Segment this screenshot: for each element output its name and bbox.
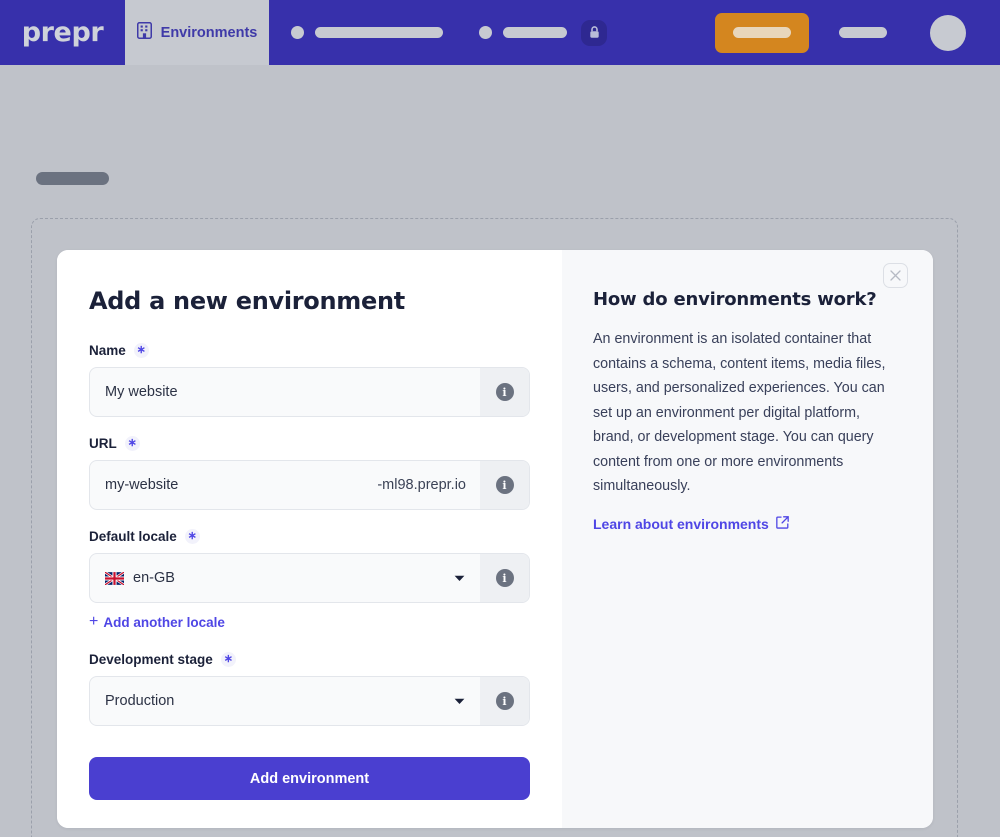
primary-cta-button[interactable]	[715, 12, 809, 53]
nav-item-group-two[interactable]	[479, 19, 607, 46]
required-marker: ∗	[124, 436, 140, 451]
locale-select[interactable]: en-GB	[90, 554, 454, 602]
url-input[interactable]: my-website	[90, 461, 377, 509]
info-icon: i	[495, 476, 514, 494]
url-info-button[interactable]: i	[480, 461, 529, 509]
required-marker: ∗	[133, 343, 149, 358]
nav-item-two-label-placeholder	[503, 27, 567, 38]
field-default-locale: Default locale ∗ en-GB i	[89, 529, 530, 603]
field-name-label-row: Name ∗	[89, 343, 530, 358]
add-another-locale-button[interactable]: + Add another locale	[89, 614, 225, 630]
lock-icon	[581, 19, 607, 46]
stage-select-value: Production	[105, 693, 175, 709]
stage-select[interactable]: Production	[90, 677, 454, 725]
gb-flag-icon	[104, 570, 125, 586]
avatar[interactable]	[930, 14, 966, 51]
url-input-shell[interactable]: my-website -ml98.prepr.io i	[89, 460, 530, 510]
help-title: How do environments work?	[593, 289, 877, 310]
field-url-label-row: URL ∗	[89, 436, 530, 451]
required-marker: ∗	[184, 529, 200, 544]
learn-about-environments-link[interactable]: Learn about environments	[593, 516, 789, 532]
plus-icon: +	[89, 613, 99, 630]
field-stage-label-row: Development stage ∗	[89, 652, 530, 667]
info-icon: i	[495, 383, 514, 401]
name-input[interactable]: My website	[90, 368, 480, 416]
locale-select-value: en-GB	[133, 570, 175, 586]
primary-cta-label-placeholder	[733, 27, 791, 38]
tab-environments[interactable]: Environments	[125, 0, 269, 65]
url-suffix: -ml98.prepr.io	[377, 477, 466, 493]
modal-help-panel: How do environments work? An environment…	[562, 250, 933, 828]
info-icon: i	[495, 569, 514, 587]
nav-item-one-dot	[291, 26, 304, 39]
page-body: Add a new environment Name ∗ My website …	[0, 65, 1000, 837]
add-environment-modal: Add a new environment Name ∗ My website …	[57, 250, 933, 828]
close-icon[interactable]	[883, 263, 908, 288]
stage-select-shell[interactable]: Production i	[89, 676, 530, 726]
help-body-text: An environment is an isolated container …	[593, 331, 886, 495]
info-icon: i	[495, 692, 514, 710]
locale-info-button[interactable]: i	[480, 554, 529, 602]
building-icon	[136, 21, 152, 44]
app-logo[interactable]: prepr	[0, 0, 125, 65]
nav-item-one-label-placeholder	[315, 27, 443, 38]
nav-item-two-dot	[479, 26, 492, 39]
name-input-shell[interactable]: My website i	[89, 367, 530, 417]
field-locale-label-row: Default locale ∗	[89, 529, 530, 544]
chevron-down-icon	[454, 554, 480, 602]
tab-environments-label: Environments	[160, 24, 258, 41]
nav-items-container	[269, 0, 1000, 65]
field-locale-label: Default locale	[89, 529, 177, 544]
field-name: Name ∗ My website i	[89, 343, 530, 417]
page-title: Add a new environment	[89, 287, 405, 315]
field-url-label: URL	[89, 436, 117, 451]
field-development-stage: Development stage ∗ Production i	[89, 652, 530, 726]
field-name-label: Name	[89, 343, 126, 358]
secondary-nav-label-placeholder[interactable]	[839, 27, 887, 38]
locale-select-shell[interactable]: en-GB i	[89, 553, 530, 603]
stage-info-button[interactable]: i	[480, 677, 529, 725]
nav-item-group-one[interactable]	[291, 26, 443, 39]
name-input-value: My website	[105, 384, 178, 400]
field-stage-label: Development stage	[89, 652, 213, 667]
name-info-button[interactable]: i	[480, 368, 529, 416]
field-url: URL ∗ my-website -ml98.prepr.io i	[89, 436, 530, 510]
add-environment-button[interactable]: Add environment	[89, 757, 530, 800]
breadcrumb-placeholder	[36, 172, 109, 185]
required-marker: ∗	[220, 652, 236, 667]
logo-text: prepr	[21, 17, 104, 48]
url-input-value: my-website	[105, 477, 179, 493]
chevron-down-icon	[454, 677, 480, 725]
add-another-locale-label: Add another locale	[103, 614, 225, 630]
external-link-icon	[775, 516, 789, 532]
modal-form-panel: Add a new environment Name ∗ My website …	[57, 250, 562, 828]
top-navigation-bar: prepr Environments	[0, 0, 1000, 65]
learn-link-label: Learn about environments	[593, 516, 769, 533]
